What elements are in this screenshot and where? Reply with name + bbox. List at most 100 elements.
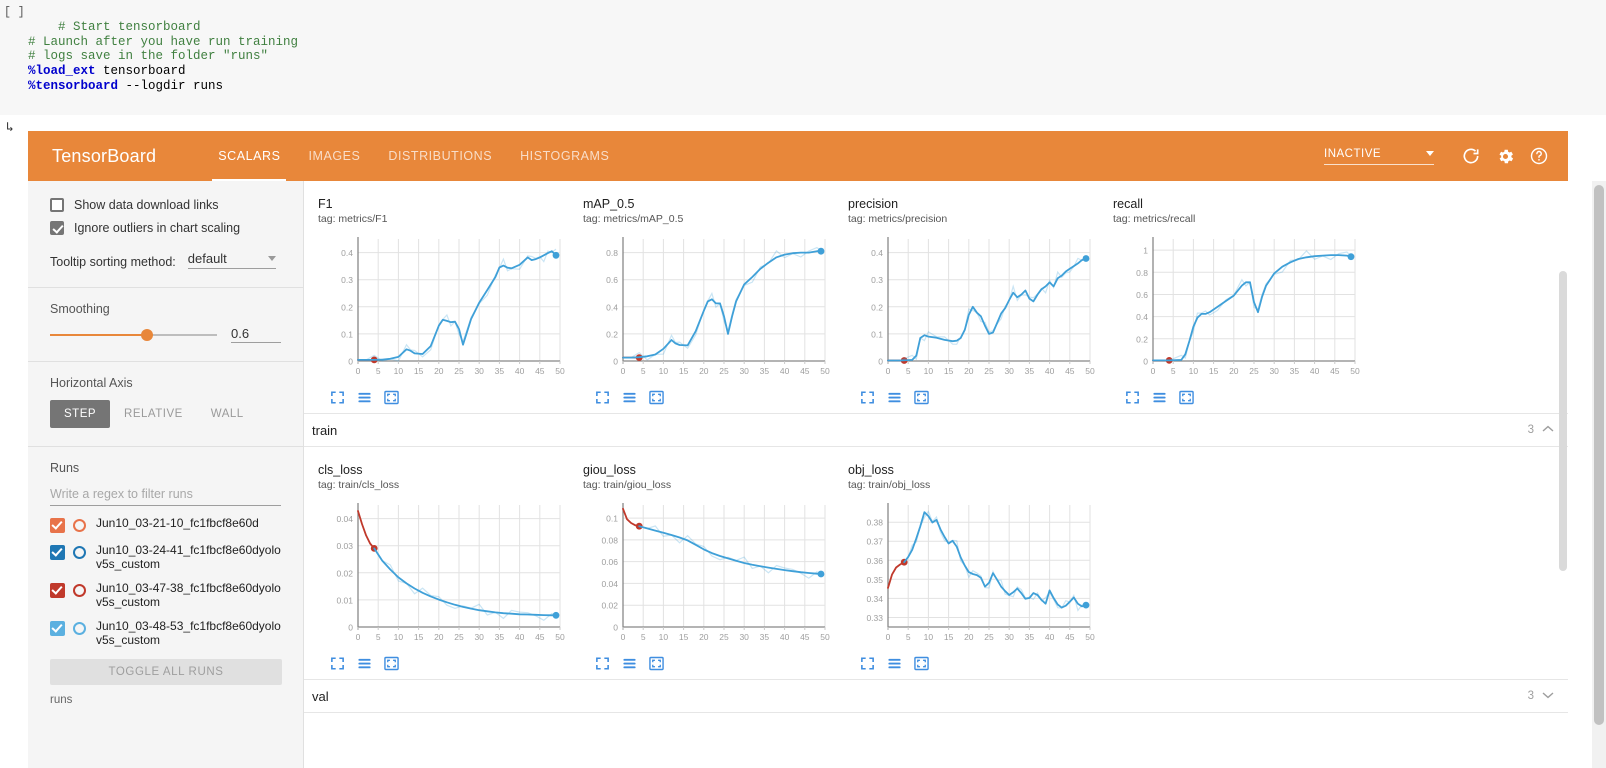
svg-text:0: 0 bbox=[1143, 357, 1148, 367]
section-count: 3 bbox=[1527, 424, 1534, 436]
chart-tag: tag: train/obj_loss bbox=[848, 479, 931, 491]
axis-button-relative[interactable]: RELATIVE bbox=[110, 400, 197, 428]
fit-domain-icon[interactable] bbox=[860, 390, 875, 405]
code-comment-line-3: # logs save in the folder "runs" bbox=[28, 49, 269, 64]
refresh-icon[interactable] bbox=[1456, 141, 1486, 171]
zoom-reset-icon[interactable] bbox=[914, 656, 929, 671]
run-color-ring[interactable] bbox=[73, 584, 86, 597]
smoothing-slider[interactable] bbox=[50, 328, 217, 342]
svg-text:25: 25 bbox=[454, 366, 464, 376]
svg-text:40: 40 bbox=[1310, 366, 1320, 376]
page-scrollbar-thumb[interactable] bbox=[1594, 185, 1604, 725]
slider-knob[interactable] bbox=[140, 328, 153, 341]
data-series-icon[interactable] bbox=[1152, 390, 1167, 405]
axis-button-step[interactable]: STEP bbox=[50, 400, 111, 428]
run-checkbox[interactable] bbox=[50, 518, 65, 533]
run-checkbox[interactable] bbox=[50, 621, 65, 636]
data-series-icon[interactable] bbox=[357, 390, 372, 405]
data-series-icon[interactable] bbox=[887, 656, 902, 671]
fit-domain-icon[interactable] bbox=[330, 656, 345, 671]
run-list-item[interactable]: Jun10_03-21-10_fc1fbcf8e60d bbox=[50, 516, 281, 533]
zoom-reset-icon[interactable] bbox=[384, 390, 399, 405]
chart-plot[interactable]: 0 0.2 0.4 0.6 0.8 0 5 10 15 20 25 30 35 40 45 50 bbox=[583, 231, 840, 388]
scrollbar-thumb[interactable] bbox=[1559, 271, 1567, 571]
run-list-item[interactable]: Jun10_03-48-53_fc1fbcf8e60dyolov5s_custo… bbox=[50, 619, 281, 647]
help-question-icon[interactable] bbox=[1524, 141, 1554, 171]
svg-text:35: 35 bbox=[1290, 366, 1300, 376]
tensorboard-app: TensorBoard SCALARS IMAGES DISTRIBUTIONS… bbox=[28, 131, 1568, 768]
svg-text:0.2: 0.2 bbox=[606, 329, 618, 339]
svg-text:0.2: 0.2 bbox=[1136, 334, 1148, 344]
fit-domain-icon[interactable] bbox=[595, 390, 610, 405]
data-series-icon[interactable] bbox=[622, 390, 637, 405]
tab-distributions[interactable]: DISTRIBUTIONS bbox=[374, 131, 506, 181]
svg-text:5: 5 bbox=[906, 366, 911, 376]
chevron-down-icon[interactable] bbox=[1542, 690, 1554, 702]
zoom-reset-icon[interactable] bbox=[384, 656, 399, 671]
dashboard-scrollbar[interactable] bbox=[1558, 181, 1568, 768]
ignore-outliers-checkbox[interactable] bbox=[50, 221, 64, 235]
run-checkbox[interactable] bbox=[50, 545, 65, 560]
page-scrollbar[interactable] bbox=[1592, 181, 1606, 768]
section-header-train[interactable]: train 3 bbox=[304, 413, 1568, 447]
fit-domain-icon[interactable] bbox=[860, 656, 875, 671]
show-download-links-row[interactable]: Show data download links bbox=[50, 198, 281, 212]
axis-button-wall[interactable]: WALL bbox=[197, 400, 258, 428]
scalars-dashboard: F1 tag: metrics/F1 0 0.1 0.2 0.3 0.4 0 5 10 15 20… bbox=[304, 181, 1568, 768]
svg-text:0: 0 bbox=[348, 357, 353, 367]
svg-text:50: 50 bbox=[820, 632, 830, 642]
svg-text:20: 20 bbox=[699, 366, 709, 376]
tab-scalars[interactable]: SCALARS bbox=[204, 131, 294, 181]
data-series-icon[interactable] bbox=[622, 656, 637, 671]
svg-text:50: 50 bbox=[1350, 366, 1360, 376]
chevron-up-icon[interactable] bbox=[1542, 424, 1554, 436]
run-color-ring[interactable] bbox=[73, 546, 86, 559]
chart-title: mAP_0.5 bbox=[583, 197, 635, 211]
chart-plot[interactable]: 0 0.1 0.2 0.3 0.4 0 5 10 15 20 25 30 35 40 45 50 bbox=[318, 231, 575, 388]
chart-plot[interactable]: 0 0.01 0.02 0.03 0.04 0 5 10 15 20 25 30 35 40 45 50 bbox=[318, 497, 575, 654]
section-header-val[interactable]: val 3 bbox=[304, 679, 1568, 713]
svg-text:0.6: 0.6 bbox=[1136, 290, 1148, 300]
tab-histograms[interactable]: HISTOGRAMS bbox=[506, 131, 623, 181]
run-list-item[interactable]: Jun10_03-24-41_fc1fbcf8e60dyolov5s_custo… bbox=[50, 543, 281, 571]
svg-text:45: 45 bbox=[800, 632, 810, 642]
svg-text:0.04: 0.04 bbox=[336, 514, 353, 524]
chart-plot[interactable]: 0 0.2 0.4 0.6 0.8 1 0 5 10 15 20 25 30 35 40 45 50 bbox=[1113, 231, 1370, 388]
settings-gear-icon[interactable] bbox=[1490, 141, 1520, 171]
chart-plot[interactable]: 0.33 0.34 0.35 0.36 0.37 0.38 0 5 10 15 20 25 30 35 40… bbox=[848, 497, 1105, 654]
cell-run-gutter[interactable]: [ ] bbox=[4, 6, 25, 21]
tab-images[interactable]: IMAGES bbox=[294, 131, 374, 181]
run-color-ring[interactable] bbox=[73, 622, 86, 635]
fit-domain-icon[interactable] bbox=[330, 390, 345, 405]
zoom-reset-icon[interactable] bbox=[914, 390, 929, 405]
reload-status-select[interactable]: INACTIVE bbox=[1324, 148, 1434, 165]
run-list-item[interactable]: Jun10_03-47-38_fc1fbcf8e60dyolov5s_custo… bbox=[50, 581, 281, 609]
zoom-reset-icon[interactable] bbox=[1179, 390, 1194, 405]
fit-domain-icon[interactable] bbox=[595, 656, 610, 671]
chart-plot[interactable]: 0 0.02 0.04 0.06 0.08 0.1 0 5 10 15 20 25 30 35 40 45 50 bbox=[583, 497, 840, 654]
toggle-all-runs-button[interactable]: TOGGLE ALL RUNS bbox=[50, 659, 282, 685]
smoothing-title: Smoothing bbox=[50, 302, 110, 316]
metrics-chart-row: F1 tag: metrics/F1 0 0.1 0.2 0.3 0.4 0 5 10 15 20… bbox=[304, 181, 1568, 407]
zoom-reset-icon[interactable] bbox=[649, 656, 664, 671]
data-series-icon[interactable] bbox=[887, 390, 902, 405]
run-checkbox[interactable] bbox=[50, 583, 65, 598]
svg-text:10: 10 bbox=[924, 366, 934, 376]
svg-text:0: 0 bbox=[613, 357, 618, 367]
chart-plot[interactable]: 0 0.1 0.2 0.3 0.4 0 5 10 15 20 25 30 35 40 45 50 bbox=[848, 231, 1105, 388]
svg-text:0.8: 0.8 bbox=[606, 248, 618, 258]
data-series-icon[interactable] bbox=[357, 656, 372, 671]
zoom-reset-icon[interactable] bbox=[649, 390, 664, 405]
chart-card-f1: F1 tag: metrics/F1 0 0.1 0.2 0.3 0.4 0 5 10 15 20… bbox=[310, 189, 575, 407]
svg-text:0.4: 0.4 bbox=[871, 248, 883, 258]
run-color-ring[interactable] bbox=[73, 519, 86, 532]
runs-filter-input[interactable] bbox=[50, 485, 281, 506]
ignore-outliers-row[interactable]: Ignore outliers in chart scaling bbox=[50, 221, 281, 235]
show-download-links-checkbox[interactable] bbox=[50, 198, 64, 212]
svg-text:0.2: 0.2 bbox=[341, 302, 353, 312]
tooltip-sorting-select[interactable]: default bbox=[187, 251, 276, 269]
smoothing-value-input[interactable]: 0.6 bbox=[231, 326, 281, 343]
fit-domain-icon[interactable] bbox=[1125, 390, 1140, 405]
notebook-code-cell[interactable]: [ ] # Start tensorboard # Launch after yo… bbox=[0, 0, 1606, 115]
chevron-down-icon bbox=[1426, 151, 1434, 156]
